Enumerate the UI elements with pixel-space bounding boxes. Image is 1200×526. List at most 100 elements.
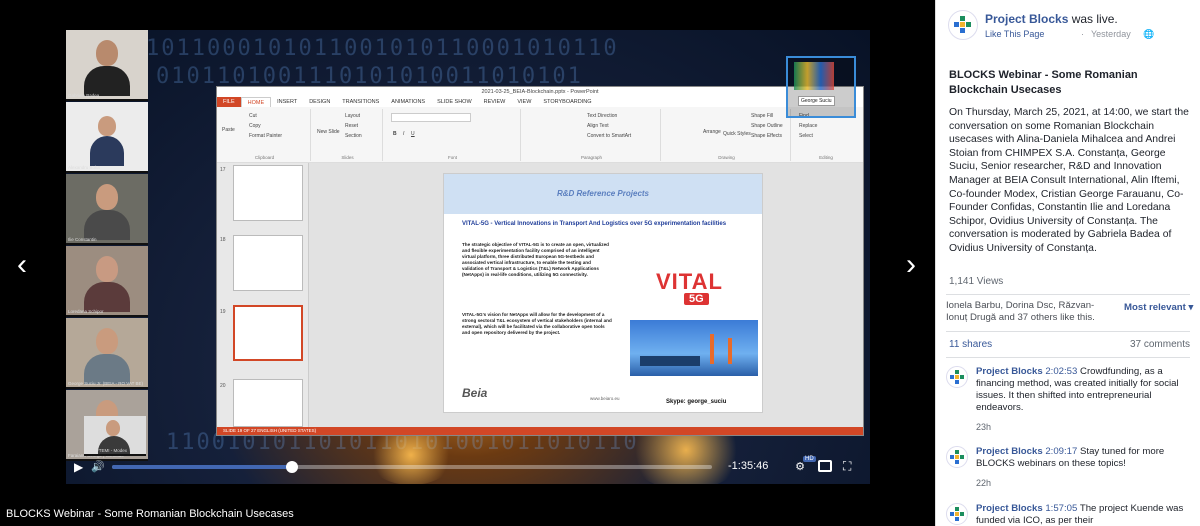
previous-arrow-icon[interactable]: ‹ [10,250,34,280]
select-button[interactable]: Select [799,133,813,139]
section-button[interactable]: Section [345,133,362,139]
current-slide: R&D Reference Projects VITAL-5G - Vertic… [443,173,763,413]
video-player[interactable]: 1011000101011001010110001010110 01011010… [0,0,935,526]
bold-button[interactable]: B [393,131,397,137]
ppt-tab-file[interactable]: FILE [217,97,241,107]
fullscreen-icon[interactable]: ⛶ [843,459,857,473]
reset-button[interactable]: Reset [345,123,358,129]
quick-styles-button[interactable]: Quick Styles [723,131,751,137]
likes-summary[interactable]: Ionela Barbu, Dorina Dsc, Răzvan-Ionuț D… [946,300,1106,324]
play-icon[interactable]: ▶ [74,460,86,474]
ppt-tab-transitions[interactable]: TRANSITIONS [336,97,385,107]
vital-logo-sub: 5G [684,293,709,305]
ppt-tab-storyboarding[interactable]: STORYBOARDING [537,97,597,107]
slide-thumbnail-selected[interactable] [233,305,303,361]
page-name-line: Project Blocks was live. [985,12,1118,26]
slide-paragraph: VITAL-5G's vision for NetApps will allow… [462,312,612,335]
comment-sort-dropdown[interactable]: Most relevant ▾ [1124,302,1193,313]
ribbon-group-clipboard: Paste Cut Copy Format Painter Clipboard [219,109,311,161]
speaker-video: George Suciu [786,56,856,118]
underline-button[interactable]: U [411,131,415,137]
post-timestamp[interactable]: Yesterday [1091,29,1131,39]
cut-button[interactable]: Cut [249,113,257,119]
comment-count[interactable]: 37 comments [1130,339,1190,350]
comment-author[interactable]: Project Blocks [976,366,1043,377]
comment-time[interactable]: 23h [976,422,991,432]
slide-headline: VITAL-5G - Vertical Innovations in Trans… [462,221,727,227]
speaker-background [794,62,834,90]
layout-button[interactable]: Layout [345,113,360,119]
ppt-tab-home[interactable]: HOME [240,97,272,107]
picture-in-picture-icon[interactable] [818,460,832,472]
vital-5g-logo: VITAL 5G [634,269,744,311]
comment-author[interactable]: Project Blocks [976,446,1043,457]
ppt-tab-animations[interactable]: ANIMATIONS [385,97,431,107]
comment-avatar[interactable] [946,503,968,525]
shape-fill-button[interactable]: Shape Fill [751,113,773,119]
meta-separator: · [1081,29,1084,39]
copy-button[interactable]: Copy [249,123,261,129]
slide-thumbnail[interactable] [233,235,303,291]
divider [946,357,1190,358]
format-painter-button[interactable]: Format Painter [249,133,282,139]
comment-video-timestamp[interactable]: 2:09:17 [1045,446,1077,457]
ppt-ribbon: Paste Cut Copy Format Painter Clipboard … [217,107,863,163]
beia-logo: Beia [462,386,488,400]
arrange-button[interactable]: Arrange [703,129,721,135]
comment-author[interactable]: Project Blocks [976,503,1043,514]
live-status: was live. [1068,12,1118,26]
ppt-tab-review[interactable]: REVIEW [478,97,512,107]
thumb-number: 18 [220,237,226,243]
ppt-tab-insert[interactable]: INSERT [271,97,303,107]
ppt-tab-view[interactable]: VIEW [511,97,537,107]
comment-text: Project Blocks 2:09:17 Stay tuned for mo… [976,446,1186,470]
vital-logo-text: VITAL [656,269,723,294]
ppt-status-bar: SLIDE 19 OF 27 ENGLISH (UNITED STATES) [217,427,863,435]
progress-knob[interactable] [286,461,298,473]
progress-bar[interactable] [112,461,712,473]
page-avatar[interactable] [948,10,978,40]
like-page-link[interactable]: Like This Page [985,29,1044,39]
comment-time[interactable]: 22h [976,478,991,488]
next-arrow-icon[interactable]: › [899,250,923,280]
globe-icon: 🌐 [1143,29,1155,39]
comment-avatar[interactable] [946,446,968,468]
hd-badge: HD [803,456,816,462]
participant-tile: Alexandru Bolut [66,102,148,173]
skype-contact: Skype: george_suciu [666,399,727,405]
volume-icon[interactable]: 🔊 [91,460,105,474]
slide-thumbnail[interactable] [233,165,303,221]
video-controls: ▶ 🔊 -1:35:46 ⚙ HD ⛶ [66,456,870,478]
align-text-button[interactable]: Align Text [587,123,609,129]
ribbon-group-drawing: Arrange Quick Styles Shape Fill Shape Ou… [663,109,791,161]
italic-button[interactable]: I [403,131,404,137]
participant-tile: George Suciu Jr. (BEIA - RO VAT BE) [66,318,148,389]
comment-video-timestamp[interactable]: 1:57:05 [1045,503,1077,514]
text-direction-button[interactable]: Text Direction [587,113,617,119]
font-name-select[interactable] [391,113,471,122]
divider [946,331,1190,332]
ribbon-group-label: Slides [341,155,354,160]
replace-button[interactable]: Replace [799,123,817,129]
comment-video-timestamp[interactable]: 2:02:53 [1045,366,1077,377]
participant-name: Ilie Constantin [68,237,97,242]
ppt-window-title: 2021-03-25_BEIA-Blockchain.pptx - PowerP… [217,87,863,97]
paste-button[interactable]: Paste [222,127,235,133]
share-count[interactable]: 11 shares [949,339,992,350]
ppt-tab-design[interactable]: DESIGN [303,97,336,107]
beia-url: www.beiaro.eu [590,396,620,401]
new-slide-button[interactable]: New Slide [317,129,340,135]
ppt-tab-slideshow[interactable]: SLIDE SHOW [431,97,478,107]
comment-avatar[interactable] [946,366,968,388]
convert-smartart-button[interactable]: Convert to SmartArt [587,133,631,139]
ribbon-group-slides: New Slide Layout Reset Section Slides [313,109,383,161]
thumb-number: 19 [220,309,226,315]
page-name-link[interactable]: Project Blocks [985,12,1068,26]
speaker-label: George Suciu [798,96,835,106]
shape-outline-button[interactable]: Shape Outline [751,123,783,129]
thumb-number: 17 [220,167,226,173]
participant-name: Gabriela Badea [68,93,100,98]
slide-thumbnail[interactable] [233,379,303,427]
shape-effects-button[interactable]: Shape Effects [751,133,782,139]
participant-tile: Loredana Schipor [66,246,148,317]
